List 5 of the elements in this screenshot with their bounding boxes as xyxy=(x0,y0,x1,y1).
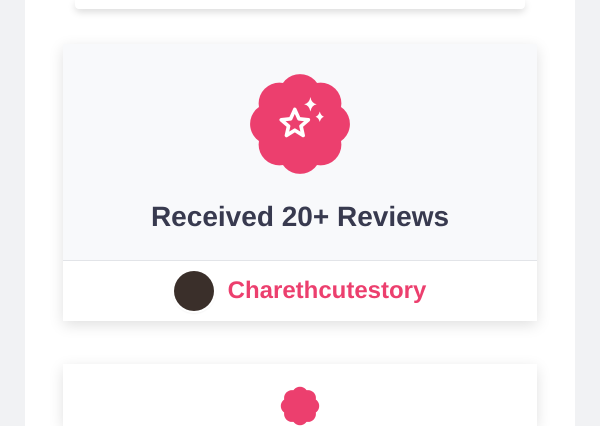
badge-icon xyxy=(280,386,320,426)
username-link[interactable]: Charethcutestory xyxy=(228,276,426,305)
badge-title: Received 20+ Reviews xyxy=(150,200,450,234)
avatar xyxy=(174,270,214,311)
star-badge-icon xyxy=(248,72,352,176)
